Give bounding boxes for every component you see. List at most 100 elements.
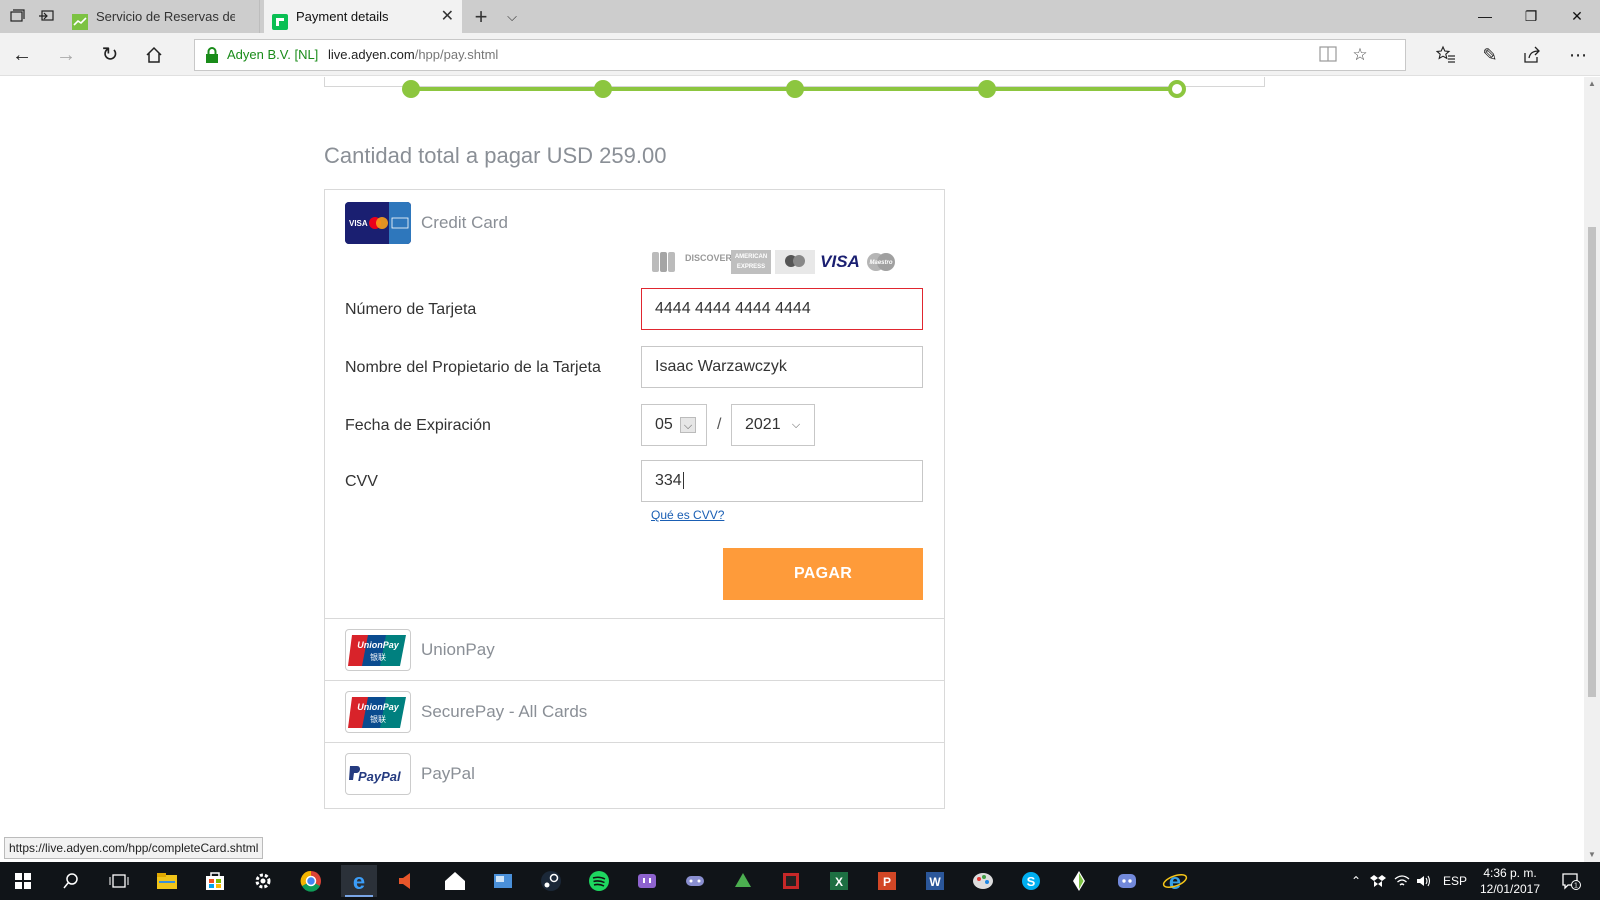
game-controller-icon[interactable] xyxy=(677,865,713,897)
twitch-icon[interactable] xyxy=(629,865,665,897)
certificate-owner[interactable]: Adyen B.V. [NL] xyxy=(227,40,318,70)
store-icon[interactable] xyxy=(197,865,233,897)
cvv-label: CVV xyxy=(345,473,378,490)
tab-title: Payment details xyxy=(296,9,389,24)
paint-icon[interactable] xyxy=(965,865,1001,897)
expiry-year-value: 2021 xyxy=(745,416,781,433)
word-icon[interactable]: W xyxy=(917,865,953,897)
sims-plumbob-icon[interactable] xyxy=(1061,865,1097,897)
browser-navbar: ← → ↻ Adyen B.V. [NL] live.adyen.com/hpp… xyxy=(0,33,1600,76)
url-text[interactable]: live.adyen.com/hpp/pay.shtml xyxy=(328,40,498,70)
discover-logo: DISCOVER xyxy=(685,253,733,263)
task-view-icon[interactable] xyxy=(101,865,137,897)
unionpay-label: UnionPay xyxy=(421,640,495,659)
new-tab-button[interactable]: + xyxy=(470,0,492,33)
discord-icon[interactable] xyxy=(1109,865,1145,897)
expiry-year-select[interactable]: 2021 ⌵ xyxy=(731,404,815,446)
chevron-down-icon: ⌵ xyxy=(680,417,696,433)
game-app-icon[interactable] xyxy=(725,865,761,897)
wifi-icon[interactable] xyxy=(1392,862,1412,900)
paypal-label: PayPal xyxy=(421,764,475,783)
cvv-help-link[interactable]: Qué es CVV? xyxy=(651,508,724,522)
lock-icon[interactable] xyxy=(205,47,219,63)
web-note-pen-icon[interactable]: ✎ xyxy=(1476,41,1504,69)
home-app-icon[interactable] xyxy=(437,865,473,897)
skype-icon[interactable]: S xyxy=(1013,865,1049,897)
back-button[interactable]: ← xyxy=(8,41,36,69)
start-button[interactable] xyxy=(5,865,41,897)
favorites-hub-icon[interactable] xyxy=(1432,41,1460,69)
refresh-button[interactable]: ↻ xyxy=(96,41,124,69)
svg-text:银联: 银联 xyxy=(370,714,386,724)
securepay-label: SecurePay - All Cards xyxy=(421,702,588,721)
cvv-input[interactable]: 334 xyxy=(641,460,923,502)
file-explorer-icon[interactable] xyxy=(149,865,185,897)
tab-manager-icon[interactable] xyxy=(8,7,26,25)
cardholder-input[interactable]: Isaac Warzawczyk xyxy=(641,346,923,388)
scroll-thumb[interactable] xyxy=(1588,227,1596,697)
jcb-logo xyxy=(651,250,675,274)
settings-gear-icon[interactable] xyxy=(245,865,281,897)
spotify-icon[interactable] xyxy=(581,865,617,897)
scroll-down-arrow-icon[interactable]: ▼ xyxy=(1584,848,1600,862)
address-bar[interactable]: Adyen B.V. [NL] live.adyen.com/hpp/pay.s… xyxy=(194,39,1406,71)
scroll-up-arrow-icon[interactable]: ▲ xyxy=(1584,77,1600,91)
steam-icon[interactable] xyxy=(533,865,569,897)
action-center-icon[interactable]: 1 xyxy=(1556,862,1586,900)
tab-servicio-reservas[interactable]: Servicio de Reservas de Eura xyxy=(64,0,260,33)
set-aside-tabs-icon[interactable] xyxy=(38,7,56,25)
dropbox-icon[interactable] xyxy=(1368,862,1388,900)
powerpoint-icon[interactable]: P xyxy=(869,865,905,897)
browser-titlebar: Servicio de Reservas de Eura Payment det… xyxy=(0,0,1600,33)
svg-text:e: e xyxy=(1169,869,1181,894)
expiry-month-select[interactable]: 05 ⌵ xyxy=(641,404,707,446)
speaker-volume-icon[interactable] xyxy=(1414,862,1434,900)
tab-payment-details[interactable]: Payment details ✕ xyxy=(264,0,462,33)
svg-text:UnionPay: UnionPay xyxy=(357,702,400,712)
chevron-down-icon: ⌵ xyxy=(791,419,801,431)
jump-app-icon[interactable] xyxy=(773,865,809,897)
close-window-button[interactable]: ✕ xyxy=(1554,0,1600,33)
input-language[interactable]: ESP xyxy=(1440,862,1470,900)
visa-logo: VISA xyxy=(820,252,860,271)
progress-step xyxy=(402,80,420,98)
svg-text:P: P xyxy=(883,875,891,889)
cardholder-label: Nombre del Propietario de la Tarjeta xyxy=(345,359,601,376)
tab-preview-chevron-icon[interactable]: ⌵ xyxy=(502,0,522,33)
control-panel-icon[interactable] xyxy=(485,865,521,897)
restore-button[interactable]: ❐ xyxy=(1508,0,1554,33)
page-scrollbar[interactable]: ▲ ▼ xyxy=(1584,77,1600,862)
search-icon[interactable] xyxy=(53,865,89,897)
tab-title: Servicio de Reservas de Eura xyxy=(96,9,235,24)
method-row-unionpay[interactable]: UnionPay 银联 UnionPay xyxy=(325,618,944,681)
unionpay-logo: UnionPay 银联 xyxy=(345,691,411,733)
volume-app-icon[interactable] xyxy=(389,865,425,897)
home-button[interactable] xyxy=(140,41,168,69)
forward-button[interactable]: → xyxy=(52,41,80,69)
reading-view-icon[interactable] xyxy=(1317,45,1339,65)
minimize-button[interactable]: — xyxy=(1462,0,1508,33)
favorite-star-icon[interactable]: ☆ xyxy=(1349,45,1371,65)
excel-icon[interactable]: X xyxy=(821,865,857,897)
clock-date: 12/01/2017 xyxy=(1479,882,1541,896)
pay-button[interactable]: PAGAR xyxy=(723,548,923,600)
method-row-securepay[interactable]: UnionPay 银联 SecurePay - All Cards xyxy=(325,680,944,743)
share-icon[interactable] xyxy=(1518,41,1546,69)
edge-icon[interactable]: e xyxy=(341,865,377,897)
expiry-month-value: 05 xyxy=(655,416,673,433)
method-row-paypal[interactable]: PayPal PayPal xyxy=(325,742,944,805)
mastercard-logo xyxy=(775,250,815,274)
chrome-icon[interactable] xyxy=(293,865,329,897)
svg-text:X: X xyxy=(835,875,843,889)
show-hidden-icons-chevron-icon[interactable]: ⌃ xyxy=(1346,862,1366,900)
more-menu-icon[interactable]: ⋯ xyxy=(1564,41,1592,69)
internet-explorer-icon[interactable]: e xyxy=(1157,865,1193,897)
credit-card-method-header[interactable]: VISA Credit Card xyxy=(345,202,925,244)
card-number-input[interactable]: 4444 4444 4444 4444 xyxy=(641,288,923,330)
svg-text:PayPal: PayPal xyxy=(358,769,401,784)
clock[interactable]: 4:36 p. m. 12/01/2017 xyxy=(1470,865,1550,897)
close-tab-icon[interactable]: ✕ xyxy=(441,0,454,33)
paypal-logo: PayPal xyxy=(345,753,411,795)
unionpay-logo: UnionPay 银联 xyxy=(345,629,411,671)
clock-time: 4:36 p. m. xyxy=(1483,866,1537,880)
